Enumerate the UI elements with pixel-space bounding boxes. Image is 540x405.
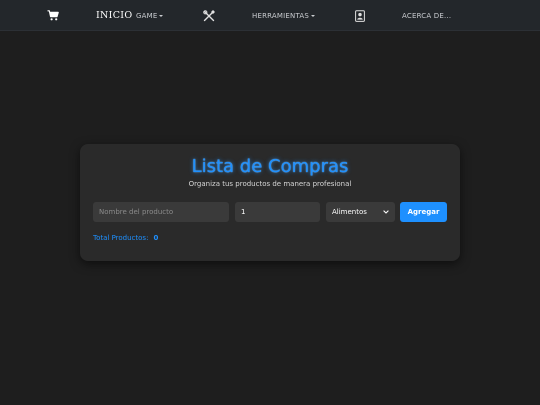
category-select[interactable]: Alimentos	[326, 202, 395, 222]
chevron-down-icon	[159, 15, 164, 17]
about-icon-link[interactable]	[355, 0, 365, 31]
cart-nav-link[interactable]	[47, 0, 59, 31]
chevron-down-icon	[311, 15, 316, 17]
add-button[interactable]: Agregar	[400, 202, 447, 222]
tools-nav-label: HERRAMIENTAS	[252, 11, 310, 20]
contact-card-icon	[355, 9, 365, 22]
tools-nav-link[interactable]	[203, 0, 215, 31]
total-products-label: Total Productos:	[93, 234, 149, 242]
top-navbar: INICIO GAME HERRAMIENTAS ACERCA DE...	[0, 0, 540, 31]
game-nav-label: GAME	[136, 11, 158, 20]
page-title: Lista de Compras	[191, 156, 349, 177]
total-products: Total Productos: 0	[93, 233, 158, 243]
category-selected-value: Alimentos	[332, 208, 367, 216]
chevron-down-icon	[383, 208, 389, 216]
tools-dropdown-toggle[interactable]: HERRAMIENTAS	[252, 0, 316, 31]
quantity-input[interactable]	[235, 202, 320, 222]
shopping-list-card: Lista de Compras Organiza tus productos …	[80, 144, 460, 261]
tools-icon	[203, 9, 215, 22]
home-nav-link[interactable]: INICIO	[96, 0, 132, 31]
page-subtitle: Organiza tus productos de manera profesi…	[188, 180, 352, 188]
game-dropdown-toggle[interactable]: GAME	[136, 0, 164, 31]
shopping-cart-icon	[47, 10, 59, 21]
product-name-input[interactable]	[93, 202, 229, 222]
total-products-count: 0	[153, 234, 159, 242]
about-nav-link[interactable]: ACERCA DE...	[402, 0, 451, 31]
